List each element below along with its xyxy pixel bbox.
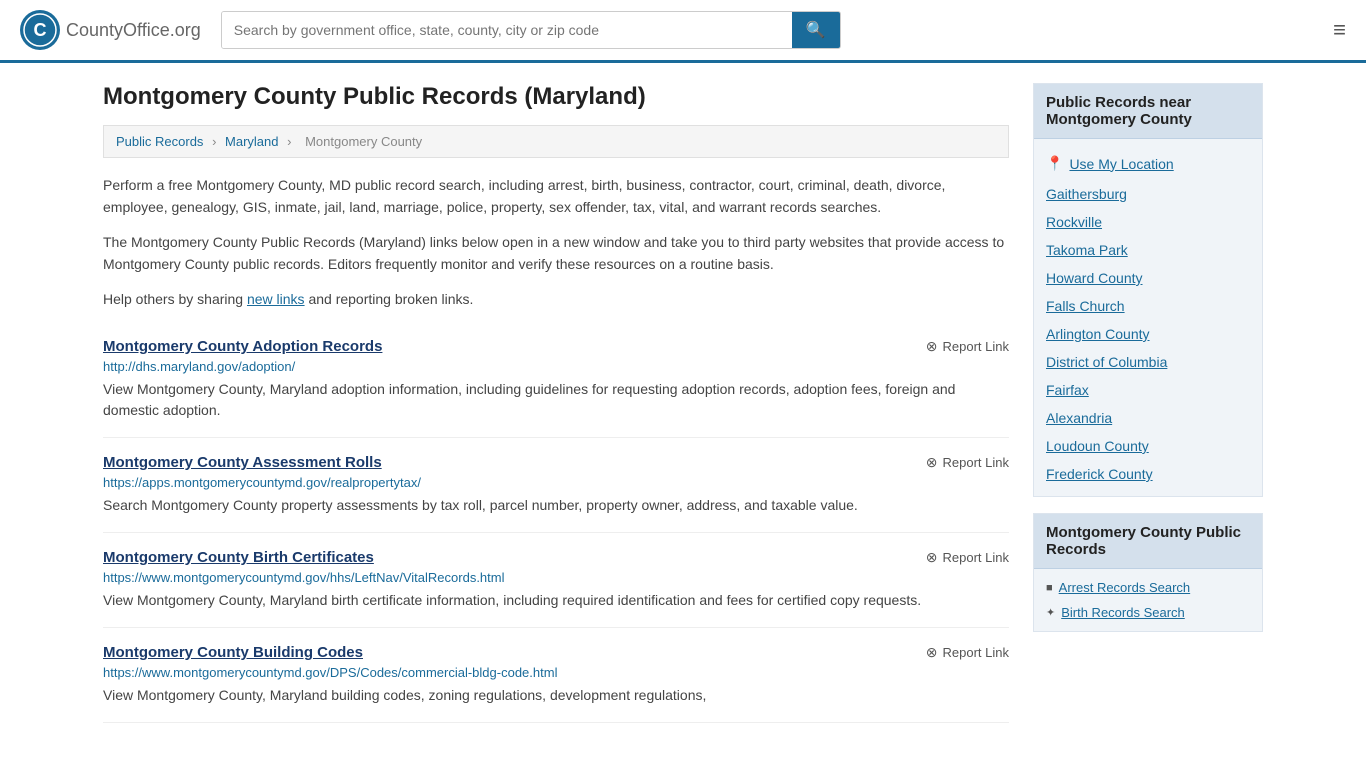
nearby-item: Rockville: [1034, 208, 1262, 236]
report-link-icon: ⊗: [926, 644, 938, 661]
nearby-item-link[interactable]: Loudoun County: [1046, 438, 1149, 454]
nearby-item: Fairfax: [1034, 376, 1262, 404]
record-title-link[interactable]: Montgomery County Building Codes: [103, 644, 363, 661]
nearby-item: Arlington County: [1034, 320, 1262, 348]
record-url[interactable]: https://apps.montgomerycountymd.gov/real…: [103, 475, 1009, 490]
breadcrumb-separator-2: ›: [287, 134, 291, 149]
record-title-link[interactable]: Montgomery County Birth Certificates: [103, 549, 374, 566]
main-container: Montgomery County Public Records (Maryla…: [83, 63, 1283, 743]
breadcrumb-maryland[interactable]: Maryland: [225, 134, 278, 149]
report-link-icon: ⊗: [926, 549, 938, 566]
report-link-label: Report Link: [943, 645, 1009, 660]
header: C CountyOffice.org 🔍 ≡: [0, 0, 1366, 63]
nearby-item: Howard County: [1034, 264, 1262, 292]
search-bar: 🔍: [221, 11, 841, 49]
new-links-link[interactable]: new links: [247, 291, 305, 307]
sidebar-record-link[interactable]: Arrest Records Search: [1059, 580, 1191, 595]
nearby-item: District of Columbia: [1034, 348, 1262, 376]
breadcrumb-separator-1: ›: [212, 134, 216, 149]
record-title-link[interactable]: Montgomery County Assessment Rolls: [103, 454, 382, 471]
nearby-item-link[interactable]: Gaithersburg: [1046, 186, 1127, 202]
nearby-item-link[interactable]: Howard County: [1046, 270, 1143, 286]
intro-paragraph-2: The Montgomery County Public Records (Ma…: [103, 231, 1009, 276]
record-entry: Montgomery County Birth Certificates ⊗ R…: [103, 533, 1009, 628]
logo-icon: C: [20, 10, 60, 50]
record-title-row: Montgomery County Birth Certificates ⊗ R…: [103, 549, 1009, 566]
records-section: Montgomery County Public Records ■ Arres…: [1033, 513, 1263, 632]
sidebar: Public Records near Montgomery County 📍 …: [1033, 83, 1263, 723]
record-bullet-icon: ✦: [1046, 606, 1055, 619]
report-link-button[interactable]: ⊗ Report Link: [926, 549, 1009, 566]
nearby-item-link[interactable]: Frederick County: [1046, 466, 1153, 482]
use-my-location-link[interactable]: Use My Location: [1069, 156, 1173, 172]
records-list: ■ Arrest Records Search ✦ Birth Records …: [1034, 569, 1262, 631]
record-desc: View Montgomery County, Maryland adoptio…: [103, 379, 1009, 421]
record-url[interactable]: https://www.montgomerycountymd.gov/hhs/L…: [103, 570, 1009, 585]
sidebar-record-item: ■ Arrest Records Search: [1034, 575, 1262, 600]
record-entry: Montgomery County Building Codes ⊗ Repor…: [103, 628, 1009, 723]
nearby-item-link[interactable]: Takoma Park: [1046, 242, 1128, 258]
report-link-icon: ⊗: [926, 338, 938, 355]
page-title: Montgomery County Public Records (Maryla…: [103, 83, 1009, 111]
breadcrumb: Public Records › Maryland › Montgomery C…: [103, 125, 1009, 158]
sidebar-record-item: ✦ Birth Records Search: [1034, 600, 1262, 625]
report-link-button[interactable]: ⊗ Report Link: [926, 644, 1009, 661]
record-entry: Montgomery County Adoption Records ⊗ Rep…: [103, 322, 1009, 438]
breadcrumb-public-records[interactable]: Public Records: [116, 134, 203, 149]
nearby-list: 📍 Use My Location Gaithersburg Rockville T…: [1034, 139, 1262, 496]
content-area: Montgomery County Public Records (Maryla…: [103, 83, 1009, 723]
report-link-button[interactable]: ⊗ Report Link: [926, 338, 1009, 355]
nearby-item: Takoma Park: [1034, 236, 1262, 264]
record-bullet-icon: ■: [1046, 582, 1053, 594]
intro-paragraph-3: Help others by sharing new links and rep…: [103, 288, 1009, 310]
search-button[interactable]: 🔍: [792, 12, 840, 48]
records-section-title: Montgomery County Public Records: [1034, 514, 1262, 569]
logo[interactable]: C CountyOffice.org: [20, 10, 201, 50]
record-desc: Search Montgomery County property assess…: [103, 495, 1009, 516]
report-link-label: Report Link: [943, 550, 1009, 565]
record-title-link[interactable]: Montgomery County Adoption Records: [103, 338, 382, 355]
location-pin-icon: 📍: [1046, 155, 1063, 172]
records-container: Montgomery County Adoption Records ⊗ Rep…: [103, 322, 1009, 723]
search-input[interactable]: [222, 12, 792, 48]
record-title-row: Montgomery County Adoption Records ⊗ Rep…: [103, 338, 1009, 355]
breadcrumb-montgomery: Montgomery County: [305, 134, 422, 149]
nearby-item: Falls Church: [1034, 292, 1262, 320]
report-link-label: Report Link: [943, 339, 1009, 354]
nearby-item: Loudoun County: [1034, 432, 1262, 460]
hamburger-menu-icon[interactable]: ≡: [1333, 17, 1346, 43]
nearby-items-container: Gaithersburg Rockville Takoma Park Howard C…: [1034, 180, 1262, 488]
nearby-item: Frederick County: [1034, 460, 1262, 488]
report-link-label: Report Link: [943, 455, 1009, 470]
report-link-button[interactable]: ⊗ Report Link: [926, 454, 1009, 471]
use-my-location-item[interactable]: 📍 Use My Location: [1034, 147, 1262, 180]
logo-text: CountyOffice.org: [66, 20, 201, 41]
nearby-section-title: Public Records near Montgomery County: [1034, 84, 1262, 139]
record-url[interactable]: http://dhs.maryland.gov/adoption/: [103, 359, 1009, 374]
nearby-item-link[interactable]: Arlington County: [1046, 326, 1150, 342]
nearby-item-link[interactable]: Falls Church: [1046, 298, 1125, 314]
nearby-item: Alexandria: [1034, 404, 1262, 432]
nearby-item-link[interactable]: Fairfax: [1046, 382, 1089, 398]
report-link-icon: ⊗: [926, 454, 938, 471]
record-desc: View Montgomery County, Maryland birth c…: [103, 590, 1009, 611]
record-entry: Montgomery County Assessment Rolls ⊗ Rep…: [103, 438, 1009, 533]
nearby-section: Public Records near Montgomery County 📍 …: [1033, 83, 1263, 497]
record-url[interactable]: https://www.montgomerycountymd.gov/DPS/C…: [103, 665, 1009, 680]
record-title-row: Montgomery County Building Codes ⊗ Repor…: [103, 644, 1009, 661]
record-desc: View Montgomery County, Maryland buildin…: [103, 685, 1009, 706]
svg-text:C: C: [34, 20, 47, 40]
intro-paragraph-1: Perform a free Montgomery County, MD pub…: [103, 174, 1009, 219]
nearby-item: Gaithersburg: [1034, 180, 1262, 208]
record-title-row: Montgomery County Assessment Rolls ⊗ Rep…: [103, 454, 1009, 471]
nearby-item-link[interactable]: Alexandria: [1046, 410, 1112, 426]
sidebar-record-link[interactable]: Birth Records Search: [1061, 605, 1185, 620]
nearby-item-link[interactable]: District of Columbia: [1046, 354, 1167, 370]
nearby-item-link[interactable]: Rockville: [1046, 214, 1102, 230]
records-links-container: ■ Arrest Records Search ✦ Birth Records …: [1034, 575, 1262, 625]
